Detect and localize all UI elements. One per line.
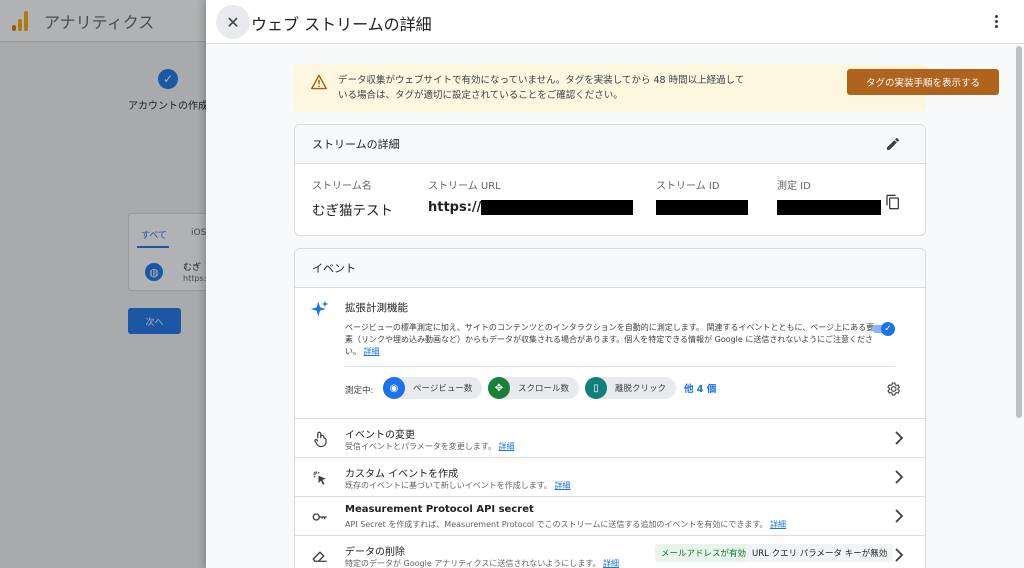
data-redaction-link[interactable]: 詳細 bbox=[603, 559, 619, 568]
chevron-right-icon bbox=[895, 509, 904, 523]
sparkle-icon bbox=[310, 300, 329, 317]
chip-outbound-clicks: ▯ 離脱クリック bbox=[585, 377, 677, 399]
measurement-protocol-row[interactable]: Measurement Protocol API secret API Secr… bbox=[295, 497, 925, 536]
chip-page-views: ◉ ページビュー数 bbox=[383, 377, 483, 399]
more-events-link[interactable]: 他 4 個 bbox=[684, 381, 716, 395]
web-stream-details-panel: ✕ ウェブ ストリームの詳細 データ収集がウェブサイトで有効になっていません。タ… bbox=[206, 0, 1024, 568]
panel-title: ウェブ ストリームの詳細 bbox=[251, 15, 432, 34]
more-options-button[interactable] bbox=[986, 10, 1006, 32]
enhanced-measurement-section: 拡張計測機能 ページビューの標準測定に加え、サイトのコンテンツとのインタラクショ… bbox=[295, 288, 925, 419]
eraser-icon bbox=[312, 551, 327, 562]
stream-name-label: ストリーム名 bbox=[312, 181, 372, 192]
events-card: イベント 拡張計測機能 ページビューの標準測定に加え、サイトのコンテンツとのイン… bbox=[294, 248, 926, 568]
copy-icon[interactable] bbox=[885, 194, 901, 210]
measurement-protocol-title: Measurement Protocol API secret bbox=[345, 504, 534, 515]
stream-url-value: https:// bbox=[428, 200, 482, 215]
chevron-right-icon bbox=[895, 548, 904, 562]
create-custom-event-sub: 既存のイベントに基づいて新しいイベントを作成します。 詳細 bbox=[345, 480, 571, 491]
modify-events-title: イベントの変更 bbox=[345, 430, 415, 441]
eye-icon: ◉ bbox=[383, 377, 405, 399]
warning-text: データ収集がウェブサイトで有効になっていません。タグを実装してから 48 時間以… bbox=[338, 75, 745, 101]
mouse-icon: ▯ bbox=[585, 377, 607, 399]
enhanced-measurement-description: ページビューの標準測定に加え、サイトのコンテンツとのインタラクションを自動的に測… bbox=[345, 322, 875, 358]
key-icon bbox=[312, 513, 327, 521]
chip-page-views-label: ページビュー数 bbox=[413, 384, 473, 394]
stream-url-label: ストリーム URL bbox=[428, 181, 501, 192]
stream-id-label: ストリーム ID bbox=[656, 181, 720, 192]
modify-events-row[interactable]: イベントの変更 受信イベントとパラメータを変更します。 詳細 bbox=[295, 419, 925, 458]
touch-icon bbox=[314, 431, 327, 448]
move-icon: ✥ bbox=[488, 377, 510, 399]
close-icon: ✕ bbox=[226, 12, 240, 32]
gear-icon[interactable] bbox=[885, 381, 901, 397]
modify-events-sub: 受信イベントとパラメータを変更します。 詳細 bbox=[345, 441, 515, 452]
create-custom-event-title: カスタム イベントを作成 bbox=[345, 469, 459, 480]
measurement-id-label: 測定 ID bbox=[777, 181, 811, 192]
chip-outbound-clicks-label: 離脱クリック bbox=[615, 384, 667, 394]
enhanced-details-link[interactable]: 詳細 bbox=[364, 347, 380, 356]
create-custom-event-sub-text: 既存のイベントに基づいて新しいイベントを作成します。 bbox=[345, 481, 552, 490]
events-heading: イベント bbox=[295, 249, 925, 288]
close-button[interactable]: ✕ bbox=[216, 5, 250, 39]
measurement-protocol-link[interactable]: 詳細 bbox=[770, 520, 786, 529]
stream-id-row bbox=[656, 199, 748, 215]
enhanced-measurement-title: 拡張計測機能 bbox=[345, 302, 408, 314]
chevron-right-icon bbox=[895, 470, 904, 484]
create-custom-event-row[interactable]: カスタム イベントを作成 既存のイベントに基づいて新しいイベントを作成します。 … bbox=[295, 458, 925, 497]
create-custom-event-link[interactable]: 詳細 bbox=[555, 481, 571, 490]
warning-icon bbox=[310, 74, 327, 90]
measuring-label: 測定中: bbox=[345, 386, 374, 396]
data-redaction-sub-text: 特定のデータが Google アナリティクスに送信されないようにします。 bbox=[345, 559, 601, 568]
enhanced-measurement-toggle[interactable]: ✓ bbox=[872, 322, 896, 336]
chip-scrolls-label: スクロール数 bbox=[518, 384, 570, 394]
email-enabled-badge: メールアドレスが有効 bbox=[655, 544, 753, 562]
measurement-protocol-sub: API Secret を作成すれば、Measurement Protocol で… bbox=[345, 519, 786, 530]
scrollbar[interactable] bbox=[1016, 46, 1022, 418]
stream-url-field: ストリーム URL https:// bbox=[428, 177, 634, 215]
edit-icon[interactable] bbox=[885, 136, 901, 152]
enhanced-description-text: ページビューの標準測定に加え、サイトのコンテンツとのインタラクションを自動的に測… bbox=[345, 323, 875, 356]
stream-name-field: ストリーム名 むぎ猫テスト bbox=[312, 177, 393, 219]
stream-details-heading: ストリームの詳細 bbox=[295, 125, 925, 164]
measurement-id-field: 測定 ID bbox=[777, 177, 881, 215]
data-redaction-title: データの削除 bbox=[345, 547, 405, 558]
url-query-disabled-badge: URL クエリ パラメータ キーが無効 bbox=[746, 544, 894, 562]
check-icon: ✓ bbox=[881, 322, 895, 336]
redacted-url bbox=[481, 199, 634, 215]
stream-details-title: ストリームの詳細 bbox=[312, 138, 400, 151]
chip-scrolls: ✥ スクロール数 bbox=[488, 377, 580, 399]
divider bbox=[345, 366, 895, 367]
measurement-id-row bbox=[777, 199, 881, 215]
modify-events-sub-text: 受信イベントとパラメータを変更します。 bbox=[345, 442, 496, 451]
events-title: イベント bbox=[312, 262, 356, 275]
data-redaction-row[interactable]: データの削除 特定のデータが Google アナリティクスに送信されないようにし… bbox=[295, 536, 925, 568]
panel-header: ✕ ウェブ ストリームの詳細 bbox=[206, 0, 1024, 44]
stream-id-field: ストリーム ID bbox=[656, 177, 748, 215]
chevron-right-icon bbox=[895, 431, 904, 445]
measurement-protocol-sub-text: API Secret を作成すれば、Measurement Protocol で… bbox=[345, 520, 768, 529]
stream-details-card: ストリームの詳細 ストリーム名 むぎ猫テスト ストリーム URL https:/… bbox=[294, 124, 926, 236]
cursor-click-icon bbox=[313, 471, 326, 485]
data-redaction-sub: 特定のデータが Google アナリティクスに送信されないようにします。 詳細 bbox=[345, 558, 619, 568]
redacted-stream-id bbox=[656, 199, 748, 215]
redacted-measurement-id bbox=[777, 199, 881, 215]
stream-name-value: むぎ猫テスト bbox=[312, 203, 393, 219]
stream-url-row: https:// bbox=[428, 199, 634, 215]
view-tag-instructions-button[interactable]: タグの実装手順を表示する bbox=[847, 69, 999, 95]
data-collection-warning: データ収集がウェブサイトで有効になっていません。タグを実装してから 48 時間以… bbox=[294, 64, 999, 112]
modify-events-link[interactable]: 詳細 bbox=[499, 442, 515, 451]
